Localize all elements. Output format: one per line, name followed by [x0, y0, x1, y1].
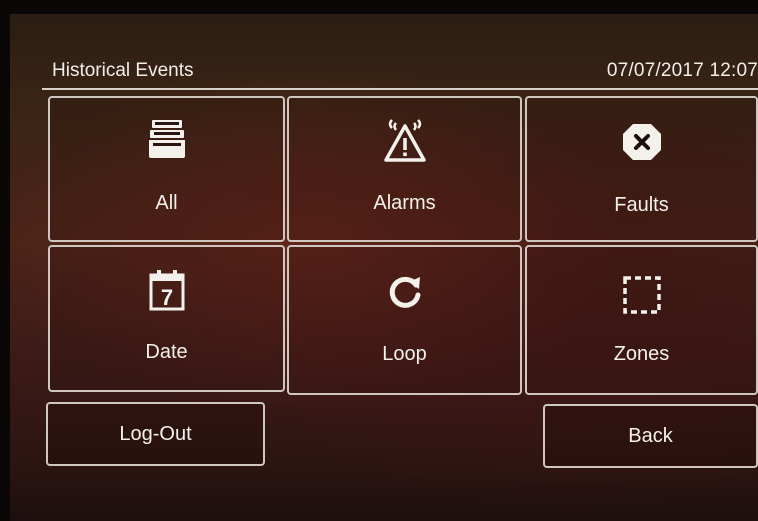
refresh-loop-icon [387, 273, 423, 314]
calendar-day-text: 7 [160, 285, 172, 310]
calendar-icon: 7 [149, 269, 185, 316]
tile-zones-label: Zones [613, 343, 670, 365]
tile-date[interactable]: 7 Date [48, 245, 285, 392]
header-bar: Historical Events 07/07/2017 12:07 [42, 56, 758, 86]
tile-faults-label: Faults [614, 194, 669, 216]
inbox-tray-icon [147, 118, 187, 165]
tile-alarms[interactable]: Alarms [287, 96, 522, 242]
tile-loop[interactable]: Loop [287, 245, 522, 395]
tile-date-label: Date [145, 341, 188, 363]
tile-faults[interactable]: Faults [525, 96, 758, 242]
logout-button[interactable]: Log-Out [46, 402, 265, 466]
tile-all[interactable]: All [48, 96, 285, 242]
back-button[interactable]: Back [543, 404, 758, 468]
alarm-warning-icon [382, 118, 428, 167]
tile-zones[interactable]: Zones [525, 245, 758, 395]
tile-alarms-label: Alarms [373, 192, 436, 214]
tile-all-label: All [155, 192, 178, 214]
tile-loop-label: Loop [382, 343, 427, 365]
dashed-zone-icon [622, 275, 662, 320]
datetime-display: 07/07/2017 12:07 [606, 60, 758, 81]
page-title: Historical Events [52, 60, 194, 81]
header-divider [42, 88, 758, 90]
fault-x-icon [621, 122, 663, 167]
